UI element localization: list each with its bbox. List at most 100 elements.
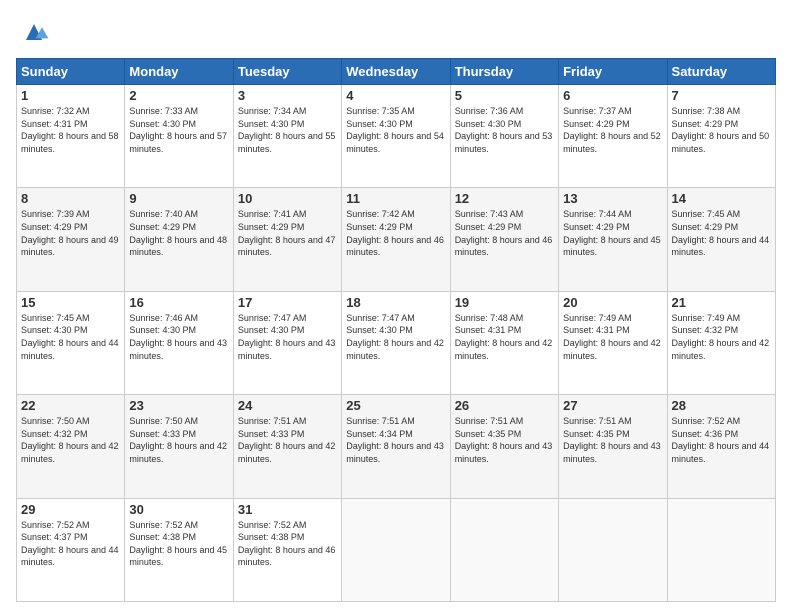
day-number: 7 [672, 88, 771, 103]
calendar-week-row: 29 Sunrise: 7:52 AMSunset: 4:37 PMDayligh… [17, 498, 776, 601]
day-number: 14 [672, 191, 771, 206]
day-info: Sunrise: 7:49 AMSunset: 4:32 PMDaylight:… [672, 312, 771, 362]
day-number: 12 [455, 191, 554, 206]
day-number: 11 [346, 191, 445, 206]
day-number: 5 [455, 88, 554, 103]
calendar-week-row: 1 Sunrise: 7:32 AMSunset: 4:31 PMDaylight… [17, 85, 776, 188]
day-number: 18 [346, 295, 445, 310]
calendar-cell [342, 498, 450, 601]
day-number: 16 [129, 295, 228, 310]
day-info: Sunrise: 7:38 AMSunset: 4:29 PMDaylight:… [672, 105, 771, 155]
calendar-cell: 9 Sunrise: 7:40 AMSunset: 4:29 PMDaylight… [125, 188, 233, 291]
header-friday: Friday [559, 59, 667, 85]
calendar-cell: 2 Sunrise: 7:33 AMSunset: 4:30 PMDaylight… [125, 85, 233, 188]
logo-icon [18, 16, 50, 48]
calendar-cell: 13 Sunrise: 7:44 AMSunset: 4:29 PMDayligh… [559, 188, 667, 291]
day-number: 27 [563, 398, 662, 413]
day-info: Sunrise: 7:45 AMSunset: 4:29 PMDaylight:… [672, 208, 771, 258]
day-info: Sunrise: 7:35 AMSunset: 4:30 PMDaylight:… [346, 105, 445, 155]
calendar-cell: 27 Sunrise: 7:51 AMSunset: 4:35 PMDayligh… [559, 395, 667, 498]
day-info: Sunrise: 7:36 AMSunset: 4:30 PMDaylight:… [455, 105, 554, 155]
calendar-cell: 29 Sunrise: 7:52 AMSunset: 4:37 PMDayligh… [17, 498, 125, 601]
calendar-header-row: Sunday Monday Tuesday Wednesday Thursday… [17, 59, 776, 85]
calendar-cell: 20 Sunrise: 7:49 AMSunset: 4:31 PMDayligh… [559, 291, 667, 394]
calendar-cell: 12Sunrise: 7:43 AMSunset: 4:29 PMDayligh… [450, 188, 558, 291]
day-info: Sunrise: 7:52 AMSunset: 4:37 PMDaylight:… [21, 519, 120, 569]
calendar-cell: 21Sunrise: 7:49 AMSunset: 4:32 PMDayligh… [667, 291, 775, 394]
calendar-cell: 4 Sunrise: 7:35 AMSunset: 4:30 PMDaylight… [342, 85, 450, 188]
calendar-cell: 31 Sunrise: 7:52 AMSunset: 4:38 PMDayligh… [233, 498, 341, 601]
header-thursday: Thursday [450, 59, 558, 85]
day-info: Sunrise: 7:52 AMSunset: 4:38 PMDaylight:… [238, 519, 337, 569]
calendar-week-row: 8 Sunrise: 7:39 AMSunset: 4:29 PMDaylight… [17, 188, 776, 291]
calendar-cell: 24Sunrise: 7:51 AMSunset: 4:33 PMDayligh… [233, 395, 341, 498]
day-number: 29 [21, 502, 120, 517]
calendar-cell [667, 498, 775, 601]
day-number: 17 [238, 295, 337, 310]
day-number: 30 [129, 502, 228, 517]
day-info: Sunrise: 7:39 AMSunset: 4:29 PMDaylight:… [21, 208, 120, 258]
page-header [16, 16, 776, 48]
calendar-cell: 17 Sunrise: 7:47 AMSunset: 4:30 PMDayligh… [233, 291, 341, 394]
calendar-cell: 23 Sunrise: 7:50 AMSunset: 4:33 PMDayligh… [125, 395, 233, 498]
calendar-cell: 19Sunrise: 7:48 AMSunset: 4:31 PMDayligh… [450, 291, 558, 394]
day-info: Sunrise: 7:33 AMSunset: 4:30 PMDaylight:… [129, 105, 228, 155]
day-number: 13 [563, 191, 662, 206]
day-number: 25 [346, 398, 445, 413]
calendar-cell: 26 Sunrise: 7:51 AMSunset: 4:35 PMDayligh… [450, 395, 558, 498]
calendar-cell: 25 Sunrise: 7:51 AMSunset: 4:34 PMDayligh… [342, 395, 450, 498]
day-number: 28 [672, 398, 771, 413]
day-number: 9 [129, 191, 228, 206]
calendar-cell: 22 Sunrise: 7:50 AMSunset: 4:32 PMDayligh… [17, 395, 125, 498]
day-info: Sunrise: 7:42 AMSunset: 4:29 PMDaylight:… [346, 208, 445, 258]
calendar-cell: 18 Sunrise: 7:47 AMSunset: 4:30 PMDayligh… [342, 291, 450, 394]
day-number: 3 [238, 88, 337, 103]
calendar-cell: 28 Sunrise: 7:52 AMSunset: 4:36 PMDayligh… [667, 395, 775, 498]
day-number: 26 [455, 398, 554, 413]
day-info: Sunrise: 7:46 AMSunset: 4:30 PMDaylight:… [129, 312, 228, 362]
day-info: Sunrise: 7:51 AMSunset: 4:35 PMDaylight:… [563, 415, 662, 465]
day-info: Sunrise: 7:51 AMSunset: 4:35 PMDaylight:… [455, 415, 554, 465]
day-number: 4 [346, 88, 445, 103]
calendar-cell: 5 Sunrise: 7:36 AMSunset: 4:30 PMDaylight… [450, 85, 558, 188]
day-number: 10 [238, 191, 337, 206]
day-info: Sunrise: 7:52 AMSunset: 4:38 PMDaylight:… [129, 519, 228, 569]
calendar-cell: 1 Sunrise: 7:32 AMSunset: 4:31 PMDaylight… [17, 85, 125, 188]
day-number: 19 [455, 295, 554, 310]
day-info: Sunrise: 7:40 AMSunset: 4:29 PMDaylight:… [129, 208, 228, 258]
day-info: Sunrise: 7:50 AMSunset: 4:32 PMDaylight:… [21, 415, 120, 465]
header-tuesday: Tuesday [233, 59, 341, 85]
calendar-page: Sunday Monday Tuesday Wednesday Thursday… [0, 0, 792, 612]
calendar-week-row: 22 Sunrise: 7:50 AMSunset: 4:32 PMDayligh… [17, 395, 776, 498]
day-info: Sunrise: 7:47 AMSunset: 4:30 PMDaylight:… [238, 312, 337, 362]
day-info: Sunrise: 7:41 AMSunset: 4:29 PMDaylight:… [238, 208, 337, 258]
day-info: Sunrise: 7:47 AMSunset: 4:30 PMDaylight:… [346, 312, 445, 362]
day-number: 20 [563, 295, 662, 310]
calendar-week-row: 15 Sunrise: 7:45 AMSunset: 4:30 PMDayligh… [17, 291, 776, 394]
day-info: Sunrise: 7:45 AMSunset: 4:30 PMDaylight:… [21, 312, 120, 362]
day-number: 2 [129, 88, 228, 103]
day-info: Sunrise: 7:51 AMSunset: 4:34 PMDaylight:… [346, 415, 445, 465]
calendar-cell: 14 Sunrise: 7:45 AMSunset: 4:29 PMDayligh… [667, 188, 775, 291]
day-number: 15 [21, 295, 120, 310]
calendar-cell: 6 Sunrise: 7:37 AMSunset: 4:29 PMDaylight… [559, 85, 667, 188]
day-number: 23 [129, 398, 228, 413]
day-number: 1 [21, 88, 120, 103]
day-number: 6 [563, 88, 662, 103]
day-number: 31 [238, 502, 337, 517]
calendar-cell: 8 Sunrise: 7:39 AMSunset: 4:29 PMDaylight… [17, 188, 125, 291]
logo [16, 16, 50, 48]
day-info: Sunrise: 7:52 AMSunset: 4:36 PMDaylight:… [672, 415, 771, 465]
day-info: Sunrise: 7:44 AMSunset: 4:29 PMDaylight:… [563, 208, 662, 258]
calendar-cell: 30 Sunrise: 7:52 AMSunset: 4:38 PMDayligh… [125, 498, 233, 601]
day-info: Sunrise: 7:37 AMSunset: 4:29 PMDaylight:… [563, 105, 662, 155]
day-info: Sunrise: 7:34 AMSunset: 4:30 PMDaylight:… [238, 105, 337, 155]
day-number: 22 [21, 398, 120, 413]
day-info: Sunrise: 7:49 AMSunset: 4:31 PMDaylight:… [563, 312, 662, 362]
header-saturday: Saturday [667, 59, 775, 85]
day-info: Sunrise: 7:32 AMSunset: 4:31 PMDaylight:… [21, 105, 120, 155]
calendar-cell: 11 Sunrise: 7:42 AMSunset: 4:29 PMDayligh… [342, 188, 450, 291]
day-number: 8 [21, 191, 120, 206]
calendar-cell [450, 498, 558, 601]
day-info: Sunrise: 7:50 AMSunset: 4:33 PMDaylight:… [129, 415, 228, 465]
